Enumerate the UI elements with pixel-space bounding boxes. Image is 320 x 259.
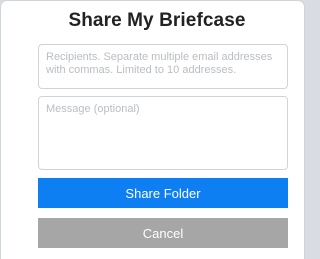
cancel-button[interactable]: Cancel [38, 218, 288, 248]
dialog-title: Share My Briefcase [68, 10, 246, 31]
recipients-input[interactable] [38, 44, 288, 89]
share-briefcase-dialog: Share My Briefcase Share Folder Cancel [1, 1, 304, 259]
share-folder-button[interactable]: Share Folder [38, 178, 288, 208]
message-input[interactable] [38, 96, 288, 170]
